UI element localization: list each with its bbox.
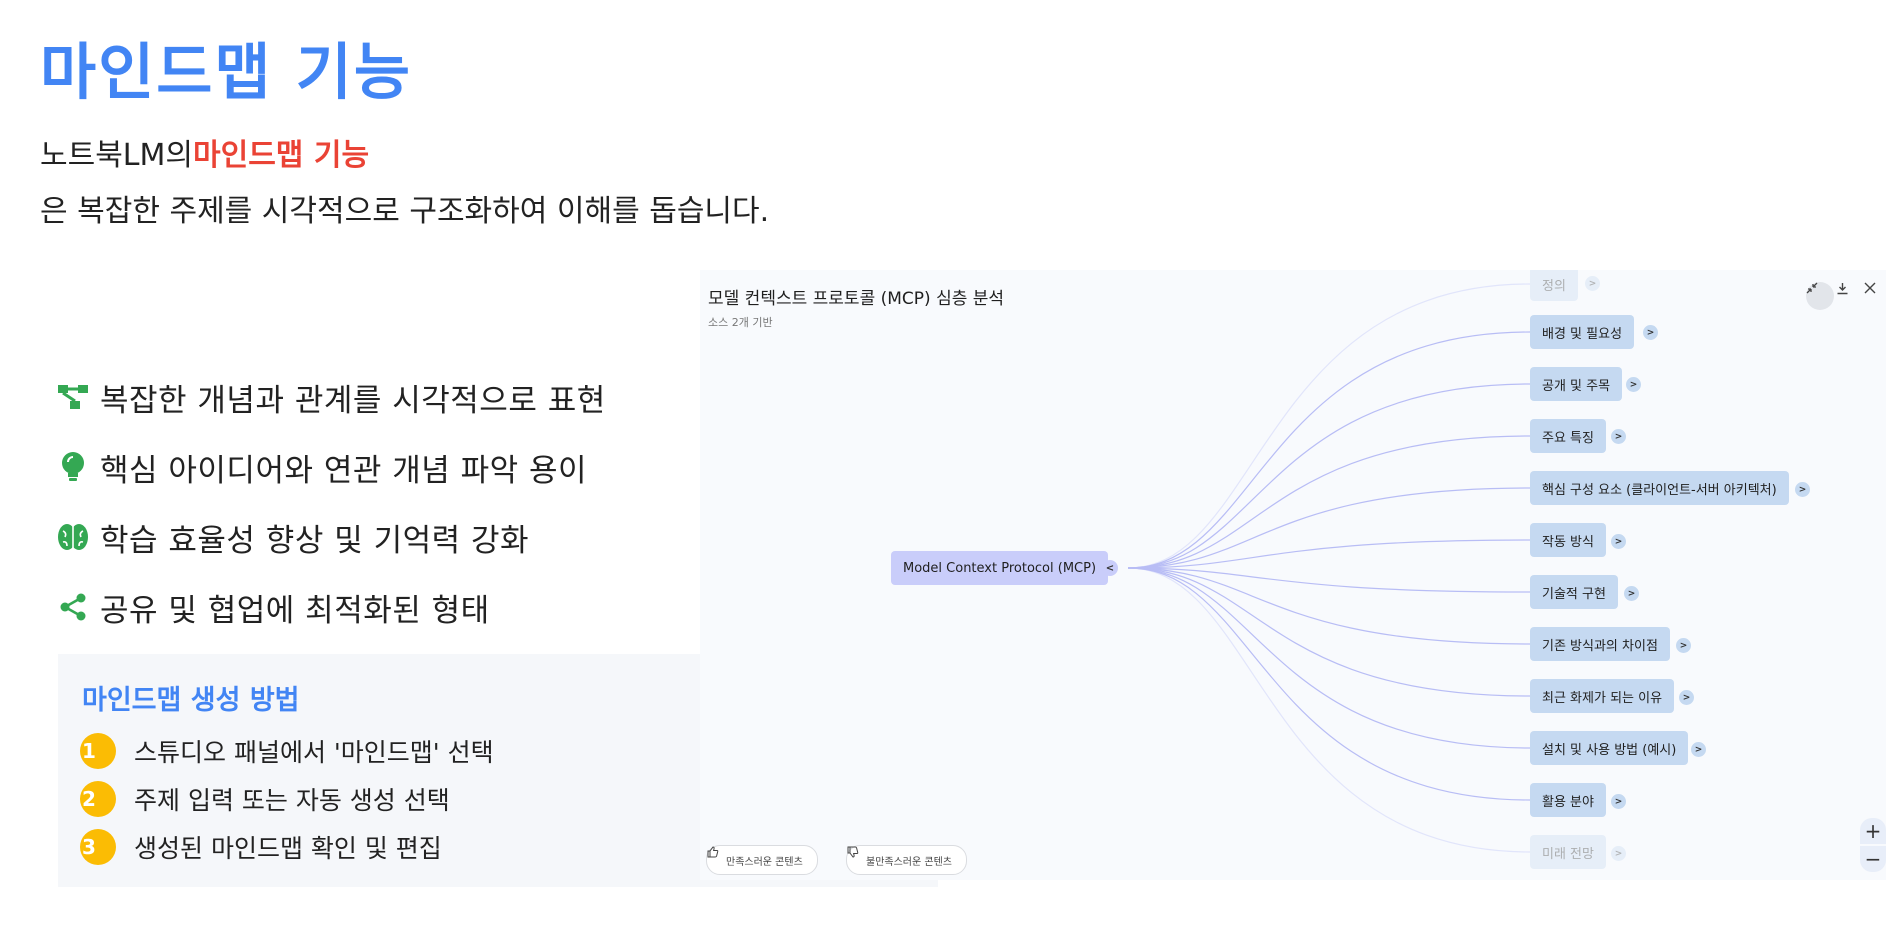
step-text: 생성된 마인드맵 확인 및 편집: [134, 834, 442, 863]
intro-line-1: 노트북LM의마인드맵 기능: [40, 130, 369, 174]
mindmap-node-features[interactable]: 주요 특징: [1530, 419, 1606, 453]
mindmap-title: 모델 컨텍스트 프로토콜 (MCP) 심층 분석: [708, 289, 1005, 309]
edge-11: [1127, 567, 1531, 853]
feedback-dislike-button[interactable]: 불만족스러운 콘텐츠: [846, 845, 967, 875]
mindmap-node-use-cases[interactable]: 활용 분야: [1530, 783, 1606, 817]
node-expand-toggle[interactable]: >: [1691, 742, 1706, 757]
collapse-icon: [1806, 282, 1818, 294]
mindmap-node-components[interactable]: 핵심 구성 요소 (클라이언트-서버 아키텍처): [1530, 471, 1789, 505]
node-expand-toggle[interactable]: >: [1676, 638, 1691, 653]
mindmap-node-release[interactable]: 공개 및 주목: [1530, 367, 1623, 401]
node-expand-toggle[interactable]: >: [1795, 482, 1810, 497]
edge-0: [1127, 283, 1531, 569]
mindmap-panel: 모델 컨텍스트 프로토콜 (MCP) 심층 분석 소스 2개 기반 Model …: [700, 270, 1886, 880]
download-button[interactable]: [1836, 282, 1864, 310]
download-icon: [1837, 283, 1848, 295]
mindmap-node-definition[interactable]: 정의: [1530, 270, 1578, 301]
mindmap-node-how-it-works[interactable]: 작동 방식: [1530, 523, 1606, 557]
mindmap-node-implementation[interactable]: 기술적 구현: [1530, 575, 1618, 609]
intro-highlight: 마인드맵 기능: [193, 138, 370, 173]
step-text: 스튜디오 패널에서 '마인드맵' 선택: [134, 738, 494, 767]
step-badge: 1: [80, 733, 116, 769]
feature-item: 핵심 아이디어와 연관 개념 파악 용이: [56, 432, 606, 502]
feature-text: 복잡한 개념과 관계를 시각적으로 표현: [100, 382, 606, 419]
feature-item: 공유 및 협업에 최적화된 형태: [56, 572, 606, 642]
feature-item: 학습 효율성 향상 및 기억력 강화: [56, 502, 606, 572]
node-expand-toggle[interactable]: >: [1611, 846, 1626, 861]
mindmap-node-trending[interactable]: 최근 화제가 되는 이유: [1530, 679, 1675, 713]
mindmap-node-future[interactable]: 미래 전망: [1530, 835, 1606, 869]
page-title: 마인드맵 기능: [40, 37, 412, 108]
intro-prefix: 노트북LM의: [40, 138, 193, 173]
node-expand-toggle[interactable]: >: [1611, 429, 1626, 444]
node-expand-toggle[interactable]: >: [1643, 325, 1658, 340]
edge-10: [1127, 567, 1531, 801]
step-text: 주제 입력 또는 자동 생성 선택: [134, 786, 450, 815]
mindmap-root-node[interactable]: Model Context Protocol (MCP): [891, 551, 1109, 585]
mindmap-node-background[interactable]: 배경 및 필요성: [1530, 315, 1635, 349]
node-expand-toggle[interactable]: >: [1585, 276, 1600, 291]
node-expand-toggle[interactable]: >: [1679, 690, 1694, 705]
root-collapse-toggle[interactable]: <: [1102, 560, 1118, 576]
feedback-like-label: 만족스러운 콘텐츠: [726, 856, 803, 868]
zoom-in-button[interactable]: +: [1860, 818, 1886, 844]
feature-text: 핵심 아이디어와 연관 개념 파악 용이: [100, 452, 588, 489]
node-expand-toggle[interactable]: >: [1611, 794, 1626, 809]
mindmap-node-differences[interactable]: 기존 방식과의 차이점: [1530, 627, 1670, 661]
node-expand-toggle[interactable]: >: [1626, 377, 1641, 392]
close-icon: [1864, 282, 1876, 294]
step-item: 2 주제 입력 또는 자동 생성 선택: [80, 779, 450, 819]
brain-icon: [56, 520, 90, 554]
lightbulb-icon: [56, 450, 90, 484]
node-expand-toggle[interactable]: >: [1611, 534, 1626, 549]
how-to-title: 마인드맵 생성 방법: [82, 685, 300, 716]
feature-text: 학습 효율성 향상 및 기억력 강화: [100, 522, 530, 559]
intro-line-2: 은 복잡한 주제를 시각적으로 구조화하여 이해를 돕습니다.: [40, 194, 770, 229]
step-item: 1 스튜디오 패널에서 '마인드맵' 선택: [80, 731, 494, 771]
feedback-like-button[interactable]: 만족스러운 콘텐츠: [706, 845, 818, 875]
step-badge: 2: [80, 781, 116, 817]
edge-6: [1127, 567, 1531, 593]
share-icon: [56, 590, 90, 624]
step-item: 3 생성된 마인드맵 확인 및 편집: [80, 827, 442, 867]
node-expand-toggle[interactable]: >: [1624, 586, 1639, 601]
close-button[interactable]: [1864, 282, 1886, 310]
feature-item: 복잡한 개념과 관계를 시각적으로 표현: [56, 362, 606, 432]
mindmap-source-count: 소스 2개 기반: [708, 316, 773, 329]
edge-1: [1127, 331, 1531, 569]
step-badge: 3: [80, 829, 116, 865]
feature-list: 복잡한 개념과 관계를 시각적으로 표현 핵심 아이디어와 연관 개념 파악 용…: [56, 362, 606, 642]
zoom-out-button[interactable]: −: [1860, 846, 1886, 872]
feedback-dislike-label: 불만족스러운 콘텐츠: [866, 856, 952, 868]
mindmap-node-install[interactable]: 설치 및 사용 방법 (예시): [1530, 731, 1689, 765]
edge-9: [1127, 567, 1531, 749]
mindmap-edges: [1127, 283, 1531, 853]
tree-structure-icon: [56, 380, 90, 414]
collapse-button[interactable]: [1806, 282, 1834, 310]
edge-4: [1127, 487, 1531, 569]
feature-text: 공유 및 협업에 최적화된 형태: [100, 592, 490, 629]
